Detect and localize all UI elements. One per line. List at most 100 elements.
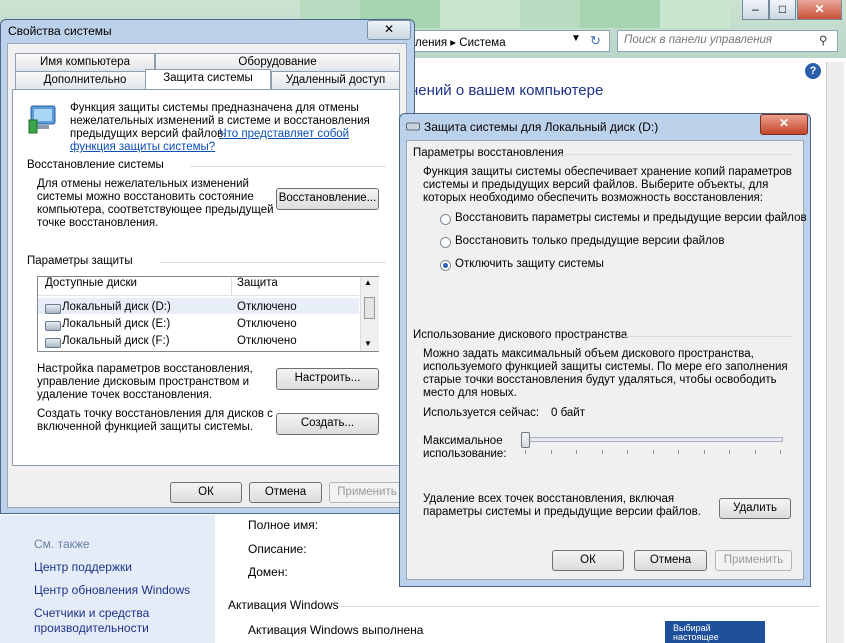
tab-system-protection[interactable]: Защита системы: [145, 69, 271, 89]
radio-restore-files-label[interactable]: Восстановить только предыдущие версии фа…: [455, 235, 724, 247]
drive-icon: [45, 338, 61, 348]
divider: [560, 154, 792, 155]
breadcrumb: ления ▸ Система: [415, 37, 506, 49]
scroll-thumb[interactable]: [364, 297, 375, 319]
create-text-1: Создать точку восстановления для дисков …: [37, 408, 273, 420]
configure-button[interactable]: Настроить...: [276, 368, 379, 390]
apply-button[interactable]: Применить: [329, 482, 405, 503]
help-link-1[interactable]: Что представляет собой: [219, 128, 349, 141]
radio-disable-protection-label[interactable]: Отключить защиту системы: [455, 258, 604, 270]
slider-tick: [551, 450, 552, 454]
search-input[interactable]: Поиск в панели управления ⚲: [617, 30, 838, 52]
restore-group-label: Восстановление системы: [27, 159, 164, 171]
slider-tick: [576, 450, 577, 454]
column-drives[interactable]: Доступные диски: [45, 277, 137, 289]
slider-tick: [627, 450, 628, 454]
configure-text-2: управление дисковым пространством и: [37, 376, 250, 388]
restore-settings-text-3: которых необходимо обеспечить возможност…: [423, 192, 763, 204]
max-usage-slider-track[interactable]: [523, 437, 783, 442]
drive-name[interactable]: Локальный диск (D:): [62, 301, 171, 313]
maximize-button[interactable]: □: [769, 0, 796, 20]
intro-line-3: предыдущих версий файлов.: [70, 128, 227, 140]
search-placeholder: Поиск в панели управления: [624, 34, 773, 46]
divider: [160, 262, 386, 263]
drive-icon: [406, 122, 420, 131]
restore-text-1: Для отмены нежелательных изменений: [37, 178, 249, 190]
restore-settings-text-2: системы и предыдущих версий файлов. Выбе…: [423, 179, 769, 191]
drive-name[interactable]: Локальный диск (F:): [62, 335, 170, 347]
ok-button[interactable]: ОК: [170, 482, 242, 503]
disk-usage-text-4: место для новых.: [423, 387, 517, 399]
delete-text-2: параметры системы и предыдущие версии фа…: [423, 506, 701, 518]
cancel-button[interactable]: Отмена: [249, 482, 322, 503]
radio-restore-all[interactable]: [440, 214, 451, 225]
max-usage-slider-thumb[interactable]: [521, 432, 530, 448]
create-text-2: включенной функцией защиты системы.: [37, 421, 254, 433]
minimize-button[interactable]: –: [742, 0, 769, 20]
tab-hardware-label: Оборудование: [238, 56, 317, 68]
apply-button[interactable]: Применить: [715, 550, 792, 571]
disk-usage-label: Использование дискового пространства: [413, 329, 628, 341]
tab-remote[interactable]: Удаленный доступ: [271, 71, 400, 89]
tab-computer-name[interactable]: Имя компьютера: [15, 53, 155, 71]
header-divider: [38, 295, 359, 296]
drive-icon: [45, 321, 61, 331]
restore-button[interactable]: Восстановление...: [276, 188, 379, 210]
dialog-title: Защита системы для Локальный диск (D:): [424, 120, 659, 134]
configure-text-3: удаление точек восстановления.: [37, 389, 213, 401]
search-icon[interactable]: ⚲: [819, 33, 827, 47]
link-support-center[interactable]: Центр поддержки: [34, 560, 132, 574]
cancel-button[interactable]: Отмена: [634, 550, 707, 571]
activation-heading: Активация Windows: [228, 598, 339, 612]
radio-restore-all-label[interactable]: Восстановить параметры системы и предыду…: [455, 212, 807, 224]
window-close-button[interactable]: ✕: [797, 0, 842, 20]
field-full-name: Полное имя:: [248, 518, 319, 532]
radio-disable-protection[interactable]: [440, 260, 451, 271]
restore-text-3: компьютера, соответствующее предыдущей: [37, 204, 274, 216]
intro-line-1: Функция защиты системы предназначена для…: [70, 102, 359, 114]
protection-group-label: Параметры защиты: [27, 255, 133, 267]
dialog-title: Свойства системы: [8, 24, 112, 38]
slider-tick: [780, 450, 781, 454]
restore-text-4: точке восстановления.: [37, 217, 159, 229]
close-button[interactable]: ✕: [367, 20, 411, 40]
drive-icon: [45, 304, 61, 314]
scroll-up-icon[interactable]: ▲: [364, 278, 372, 287]
ok-button[interactable]: ОК: [552, 550, 624, 571]
activation-status: Активация Windows выполнена: [248, 623, 424, 637]
restore-settings-label: Параметры восстановления: [413, 147, 564, 159]
delete-button[interactable]: Удалить: [719, 498, 791, 519]
scrollbar[interactable]: [826, 62, 844, 643]
help-link-2[interactable]: функция защиты системы?: [70, 141, 215, 154]
used-now-label: Используется сейчас:: [423, 407, 540, 419]
intro-line-2: нежелательных изменений в системе и восс…: [70, 115, 370, 127]
scroll-down-icon[interactable]: ▼: [364, 339, 372, 348]
close-button[interactable]: ✕: [760, 114, 808, 135]
link-windows-update[interactable]: Центр обновления Windows: [34, 583, 190, 597]
max-usage-label-1: Максимальное: [423, 435, 503, 447]
restore-settings-text-1: Функция защиты системы обеспечивает хран…: [423, 166, 792, 178]
help-icon[interactable]: ?: [805, 63, 821, 79]
list-scrollbar[interactable]: ▲ ▼: [360, 277, 379, 351]
drive-status: Отключено: [237, 301, 297, 313]
column-divider: [231, 277, 232, 295]
divider: [340, 606, 820, 607]
slider-tick: [525, 450, 526, 454]
chevron-down-icon[interactable]: ▼: [571, 33, 581, 44]
radio-restore-files[interactable]: [440, 237, 451, 248]
disk-usage-text-3: старые точки восстановления будут удалят…: [423, 374, 777, 386]
refresh-icon[interactable]: ↻: [590, 33, 601, 49]
drive-name[interactable]: Локальный диск (E:): [62, 318, 170, 330]
column-protection[interactable]: Защита: [237, 277, 278, 289]
see-also-heading: См. также: [34, 537, 90, 551]
tab-advanced[interactable]: Дополнительно: [15, 71, 155, 89]
slider-tick: [678, 450, 679, 454]
used-now-value: 0 байт: [551, 407, 586, 419]
address-bar[interactable]: ления ▸ Система ▼: [410, 30, 610, 52]
create-button[interactable]: Создать...: [276, 413, 379, 435]
slider-tick: [653, 450, 654, 454]
divider: [625, 336, 792, 337]
restore-text-2: системы можно восстановить состояние: [37, 191, 254, 203]
divider: [190, 166, 386, 167]
link-performance[interactable]: Счетчики и средства производительности: [34, 606, 214, 636]
